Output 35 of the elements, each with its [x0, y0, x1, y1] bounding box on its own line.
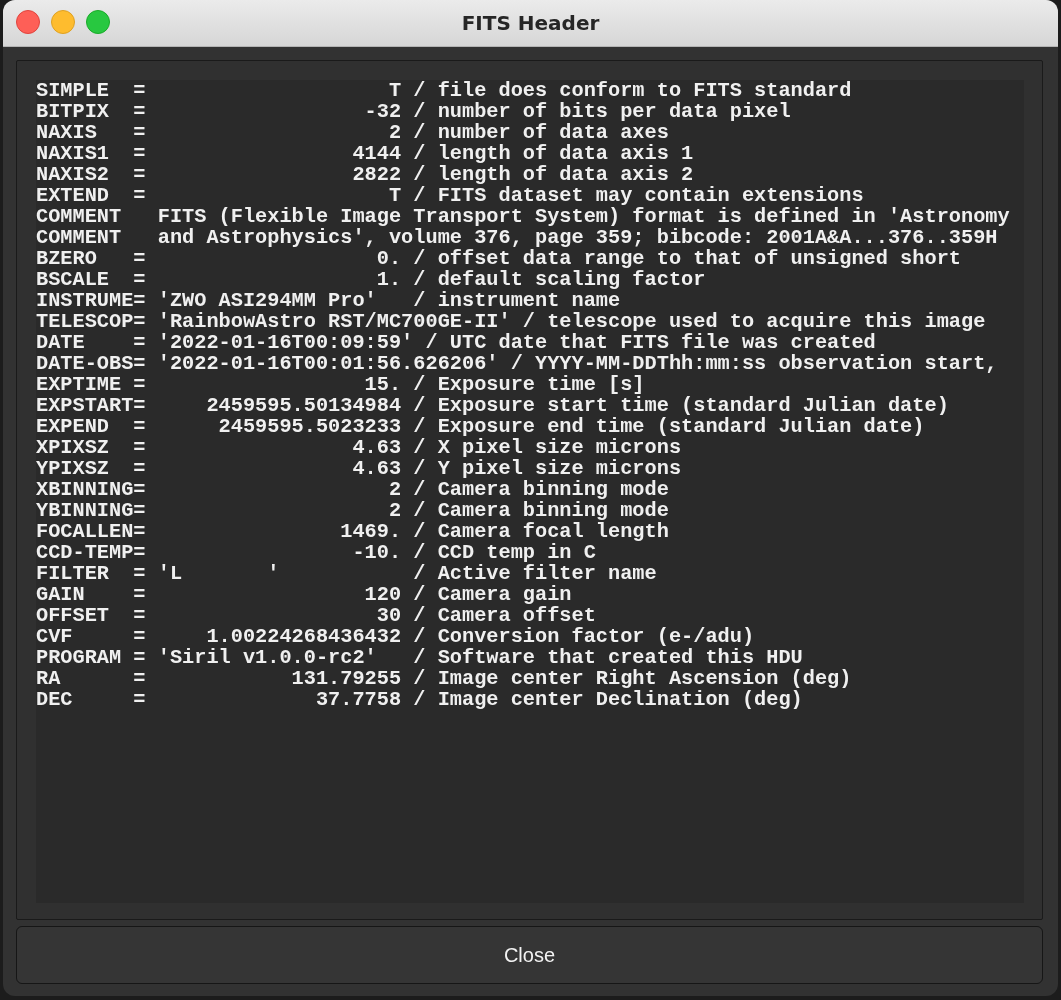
header-line: CVF = 1.00224268436432 / Conversion factor (e-/adu) — [36, 626, 756, 647]
header-line: YBINNING= 2 / Camera binning mode — [36, 500, 670, 521]
header-line: INSTRUME= 'ZWO ASI294MM Pro' / instrument name — [36, 290, 622, 311]
window-title: FITS Header — [461, 11, 600, 35]
header-line: CCD-TEMP= -10. / CCD temp in C — [36, 542, 597, 563]
close-icon[interactable] — [16, 10, 40, 34]
header-line: COMMENT FITS (Flexible Image Transport System) format is defined in 'Astronomy — [36, 206, 1011, 227]
header-line: PROGRAM = 'Siril v1.0.0-rc2' / Software that created this HDU — [36, 647, 804, 668]
header-line: EXPTIME = 15. / Exposure time [s] — [36, 374, 646, 395]
header-line: DATE = '2022-01-16T00:09:59' / UTC date that FITS file was created — [36, 332, 877, 353]
header-line: FOCALLEN= 1469. / Camera focal length — [36, 521, 670, 542]
minimize-icon[interactable] — [51, 10, 75, 34]
header-line: XPIXSZ = 4.63 / X pixel size microns — [36, 437, 683, 458]
maximize-icon[interactable] — [86, 10, 110, 34]
header-line: DATE-OBS= '2022-01-16T00:01:56.626206' / YYYY-MM-DDThh:mm:ss observation start, — [36, 353, 999, 374]
header-line: DEC = 37.7758 / Image center Declination (deg) — [36, 689, 804, 710]
header-line: EXPEND = 2459595.5023233 / Exposure end time (standard Julian date) — [36, 416, 926, 437]
header-line: BSCALE = 1. / default scaling factor — [36, 269, 707, 290]
header-line: OFFSET = 30 / Camera offset — [36, 605, 597, 626]
header-line: EXPSTART= 2459595.50134984 / Exposure start time (standard Julian date) — [36, 395, 950, 416]
header-line: NAXIS2 = 2822 / length of data axis 2 — [36, 164, 695, 185]
header-line: RA = 131.79255 / Image center Right Ascension (deg) — [36, 668, 853, 689]
header-line: GAIN = 120 / Camera gain — [36, 584, 573, 605]
header-line: SIMPLE = T / file does conform to FITS standard — [36, 80, 853, 101]
header-line: NAXIS = 2 / number of data axes — [36, 122, 670, 143]
header-line: FILTER = 'L ' / Active filter name — [36, 563, 658, 584]
header-line: XBINNING= 2 / Camera binning mode — [36, 479, 670, 500]
header-line: COMMENT and Astrophysics', volume 376, page 359; bibcode: 2001A&A...376..359H — [36, 227, 999, 248]
header-line: BITPIX = -32 / number of bits per data pixel — [36, 101, 792, 122]
header-line: EXTEND = T / FITS dataset may contain extensions — [36, 185, 865, 206]
close-button[interactable]: Close — [16, 926, 1043, 984]
header-line: NAXIS1 = 4144 / length of data axis 1 — [36, 143, 695, 164]
header-line: BZERO = 0. / offset data range to that of unsigned short — [36, 248, 962, 269]
header-line: TELESCOP= 'RainbowAstro RST/MC700GE-II' / telescope used to acquire this image — [36, 311, 987, 332]
header-line: YPIXSZ = 4.63 / Y pixel size microns — [36, 458, 683, 479]
